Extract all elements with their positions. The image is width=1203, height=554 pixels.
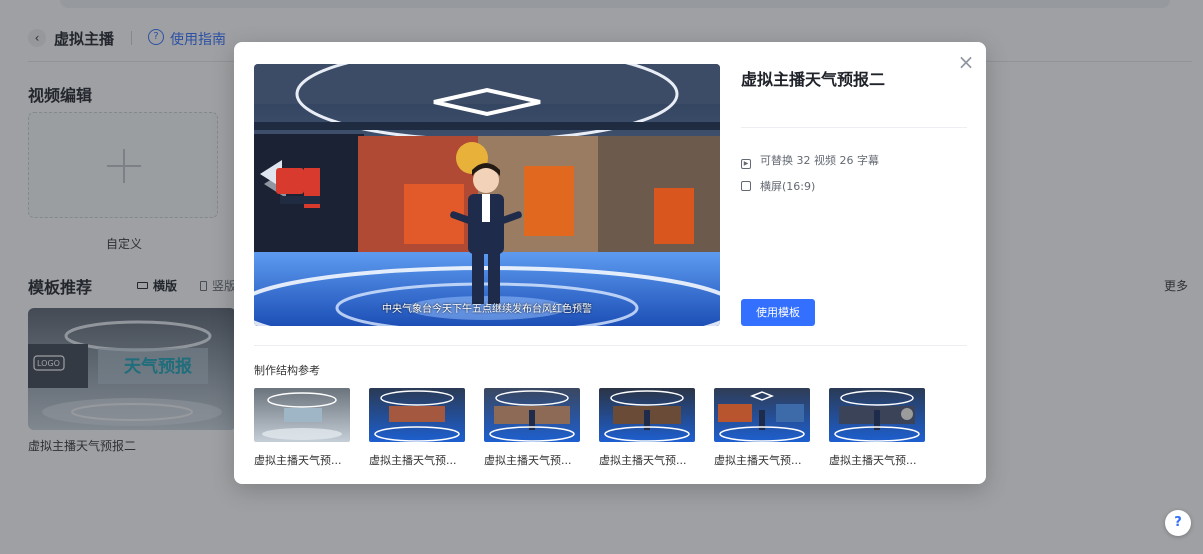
thumb-label: 虚拟主播天气预... (369, 454, 457, 467)
play-icon: ▶ (741, 159, 751, 169)
help-button[interactable]: ? (1165, 510, 1191, 536)
thumb-image (829, 388, 925, 442)
ratio-info-text: 横屏(16:9) (760, 180, 816, 193)
structure-title: 制作结构参考 (254, 364, 320, 377)
structure-thumb[interactable]: 虚拟主播天气预... (829, 388, 925, 468)
thumb-image (714, 388, 810, 442)
ratio-info: 横屏(16:9) (741, 178, 815, 194)
thumb-label: 虚拟主播天气预... (714, 454, 802, 467)
modal-title: 虚拟主播天气预报二 (741, 70, 886, 89)
body-divider (254, 345, 967, 346)
thumb-image (369, 388, 465, 442)
structure-thumb[interactable]: 虚拟主播天气预... (254, 388, 350, 468)
use-template-button[interactable]: 使用模板 (741, 299, 815, 326)
studio-scene (254, 64, 720, 326)
info-divider (741, 127, 967, 128)
structure-thumbnails: 虚拟主播天气预... 虚拟主播天气预... 虚拟主播天气预... 虚拟主播天气预… (254, 388, 954, 468)
replace-info-text: 可替换 32 视频 26 字幕 (760, 154, 879, 167)
thumb-label: 虚拟主播天气预... (599, 454, 687, 467)
template-preview-modal: × 中央气象台今天下午五点继续发布台风红色预警 虚拟主播天气预报二 ▶ 可替换 … (234, 42, 986, 484)
replace-info: ▶ 可替换 32 视频 26 字幕 (741, 152, 879, 169)
thumb-image (599, 388, 695, 442)
close-icon[interactable]: × (956, 52, 976, 72)
thumb-image (254, 388, 350, 442)
thumb-label: 虚拟主播天气预... (484, 454, 572, 467)
structure-thumb[interactable]: 虚拟主播天气预... (714, 388, 810, 468)
template-preview-video[interactable]: 中央气象台今天下午五点继续发布台风红色预警 (254, 64, 720, 326)
thumb-image (484, 388, 580, 442)
aspect-ratio-icon (741, 181, 751, 191)
structure-thumb[interactable]: 虚拟主播天气预... (599, 388, 695, 468)
video-subtitle: 中央气象台今天下午五点继续发布台风红色预警 (382, 304, 592, 315)
thumb-label: 虚拟主播天气预... (254, 454, 342, 467)
thumb-label: 虚拟主播天气预... (829, 454, 917, 467)
structure-thumb[interactable]: 虚拟主播天气预... (369, 388, 465, 468)
structure-thumb[interactable]: 虚拟主播天气预... (484, 388, 580, 468)
